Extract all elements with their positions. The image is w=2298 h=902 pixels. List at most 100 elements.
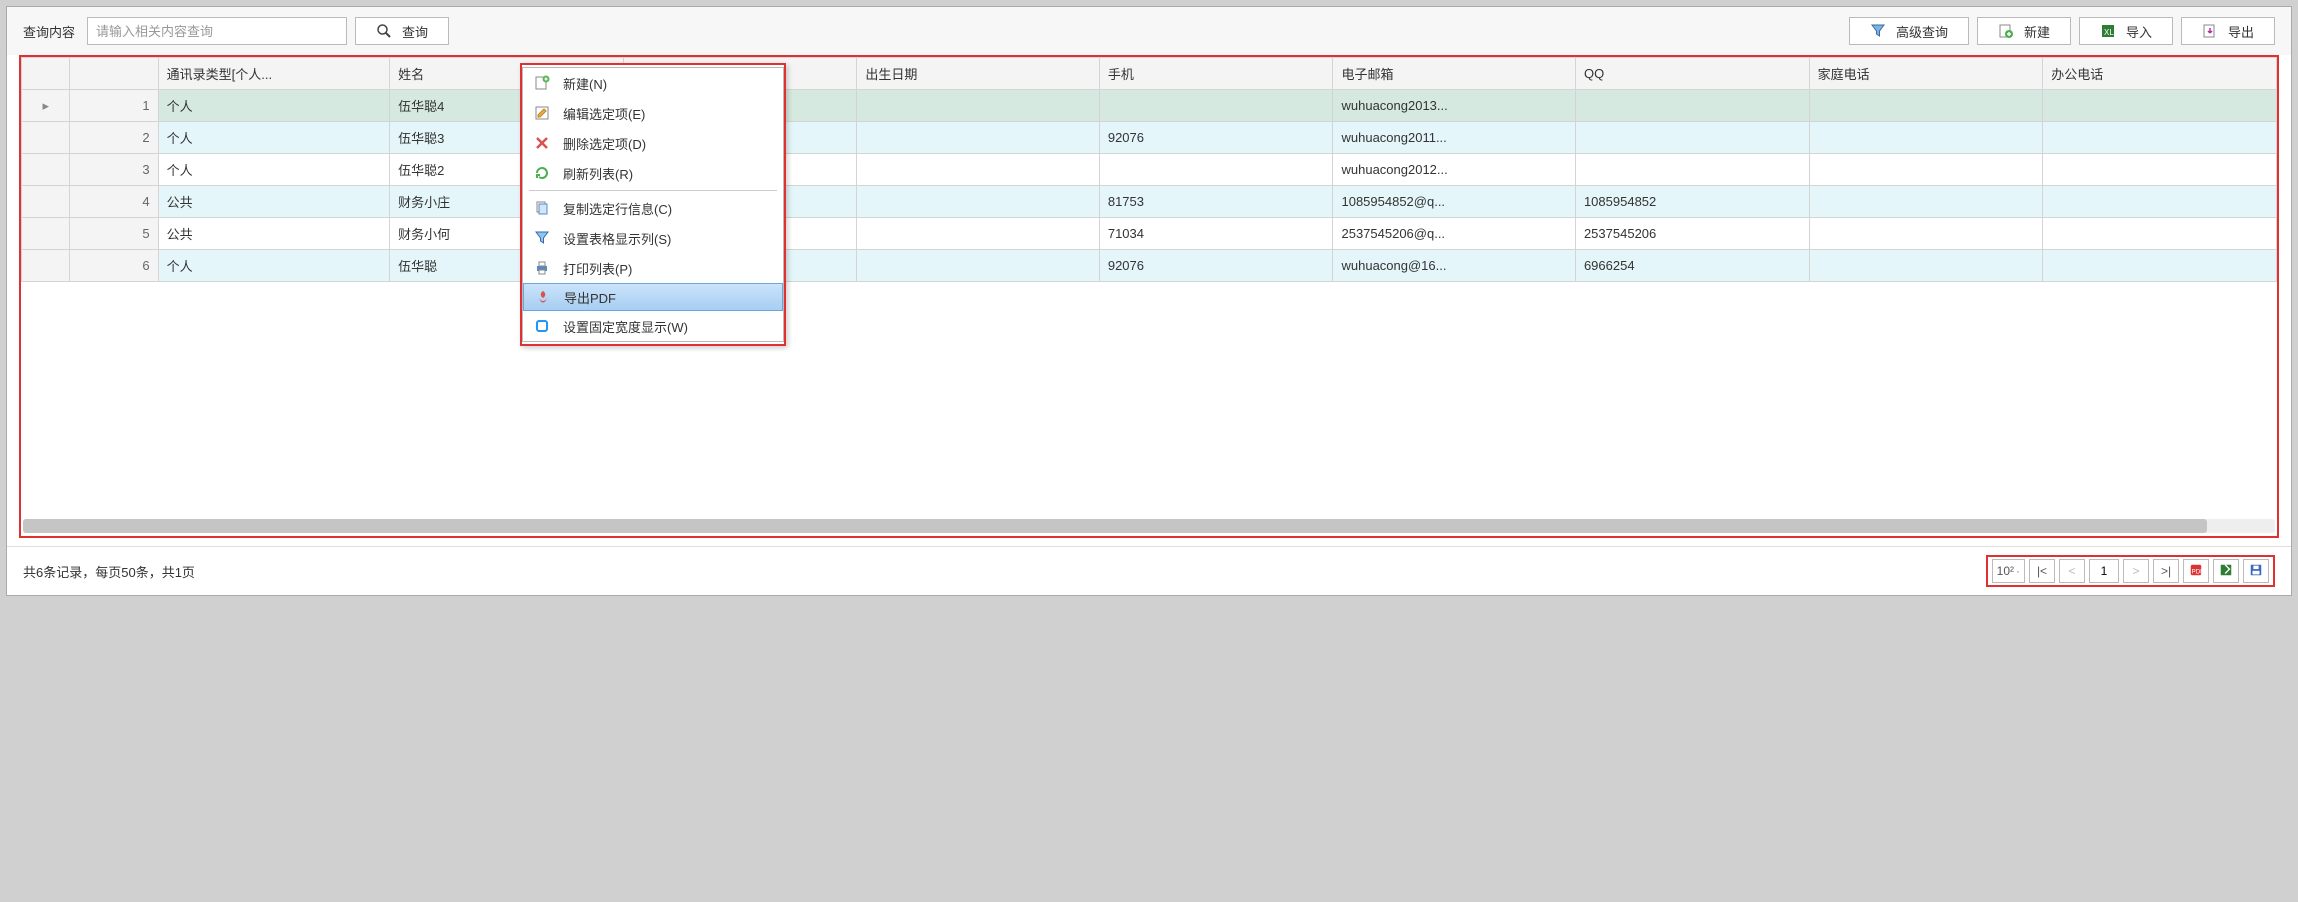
cell-email[interactable]: wuhuacong2012... bbox=[1333, 154, 1575, 186]
last-page-button[interactable]: >| bbox=[2153, 559, 2179, 583]
table-row[interactable]: 6个人伍华聪男92076wuhuacong@16...6966254 bbox=[22, 250, 2277, 282]
menu-item-pdf[interactable]: 导出PDF bbox=[523, 283, 783, 311]
table-row[interactable]: 3个人伍华聪2男wuhuacong2012... bbox=[22, 154, 2277, 186]
cell-office[interactable] bbox=[2043, 154, 2277, 186]
row-number[interactable]: 2 bbox=[70, 122, 158, 154]
save-pager-button[interactable] bbox=[2243, 559, 2269, 583]
cell-office[interactable] bbox=[2043, 218, 2277, 250]
cell-type[interactable]: 个人 bbox=[158, 122, 389, 154]
cell-mobile[interactable] bbox=[1099, 90, 1333, 122]
adv-query-button[interactable]: 高级查询 bbox=[1849, 17, 1969, 45]
import-button[interactable]: XLS 导入 bbox=[2079, 17, 2173, 45]
horizontal-scrollbar[interactable] bbox=[21, 518, 2277, 536]
prev-page-button[interactable]: < bbox=[2059, 559, 2085, 583]
cell-qq[interactable]: 2537545206 bbox=[1575, 218, 1809, 250]
cell-email[interactable]: wuhuacong2011... bbox=[1333, 122, 1575, 154]
menu-item-print[interactable]: 打印列表(P) bbox=[523, 253, 783, 283]
cell-mobile[interactable] bbox=[1099, 154, 1333, 186]
cell-mobile[interactable]: 71034 bbox=[1099, 218, 1333, 250]
row-number[interactable]: 4 bbox=[70, 186, 158, 218]
cell-type[interactable]: 个人 bbox=[158, 154, 389, 186]
cell-email[interactable]: 2537545206@q... bbox=[1333, 218, 1575, 250]
export-xls-pager-button[interactable] bbox=[2213, 559, 2239, 583]
cell-qq[interactable] bbox=[1575, 90, 1809, 122]
row-number[interactable]: 3 bbox=[70, 154, 158, 186]
cell-office[interactable] bbox=[2043, 186, 2277, 218]
cell-birth[interactable] bbox=[857, 218, 1099, 250]
cell-email[interactable]: 1085954852@q... bbox=[1333, 186, 1575, 218]
cell-birth[interactable] bbox=[857, 154, 1099, 186]
cell-office[interactable] bbox=[2043, 90, 2277, 122]
cell-home[interactable] bbox=[1809, 218, 2043, 250]
row-marker[interactable] bbox=[22, 250, 70, 282]
table-row[interactable]: 5公共财务小何女710342537545206@q...2537545206 bbox=[22, 218, 2277, 250]
header-col-4[interactable]: 手机 bbox=[1099, 58, 1333, 90]
cell-home[interactable] bbox=[1809, 90, 2043, 122]
cell-email[interactable]: wuhuacong@16... bbox=[1333, 250, 1575, 282]
scrollbar-thumb[interactable] bbox=[23, 519, 2207, 533]
page-input[interactable] bbox=[2089, 559, 2119, 583]
menu-item-refresh[interactable]: 刷新列表(R) bbox=[523, 158, 783, 188]
cell-type[interactable]: 公共 bbox=[158, 218, 389, 250]
cell-home[interactable] bbox=[1809, 250, 2043, 282]
export-pdf-pager-button[interactable]: PDF bbox=[2183, 559, 2209, 583]
cell-birth[interactable] bbox=[857, 186, 1099, 218]
export-button[interactable]: 导出 bbox=[2181, 17, 2275, 45]
row-number[interactable]: 6 bbox=[70, 250, 158, 282]
menu-item-delete[interactable]: 删除选定项(D) bbox=[523, 128, 783, 158]
row-number[interactable]: 1 bbox=[70, 90, 158, 122]
row-marker[interactable] bbox=[22, 122, 70, 154]
menu-item-width[interactable]: 设置固定宽度显示(W) bbox=[523, 311, 783, 341]
menu-item-edit[interactable]: 编辑选定项(E) bbox=[523, 98, 783, 128]
cell-qq[interactable] bbox=[1575, 154, 1809, 186]
header-mark[interactable] bbox=[22, 58, 70, 90]
first-page-button[interactable]: |< bbox=[2029, 559, 2055, 583]
cell-home[interactable] bbox=[1809, 154, 2043, 186]
row-marker[interactable] bbox=[22, 154, 70, 186]
cell-mobile[interactable]: 92076 bbox=[1099, 122, 1333, 154]
cell-type[interactable]: 个人 bbox=[158, 250, 389, 282]
scrollbar-track[interactable] bbox=[23, 519, 2275, 533]
cell-email[interactable]: wuhuacong2013... bbox=[1333, 90, 1575, 122]
cell-qq[interactable]: 1085954852 bbox=[1575, 186, 1809, 218]
cell-birth[interactable] bbox=[857, 122, 1099, 154]
header-col-3[interactable]: 出生日期 bbox=[857, 58, 1099, 90]
row-marker[interactable] bbox=[22, 218, 70, 250]
cell-birth[interactable] bbox=[857, 250, 1099, 282]
menu-item-add[interactable]: 新建(N) bbox=[523, 68, 783, 98]
menu-item-label: 删除选定项(D) bbox=[563, 134, 646, 153]
header-col-7[interactable]: 家庭电话 bbox=[1809, 58, 2043, 90]
data-table[interactable]: 通讯录类型[个人... 姓名 性别 出生日期 手机 电子邮箱 QQ 家庭电话 办… bbox=[21, 57, 2277, 282]
header-col-8[interactable]: 办公电话 bbox=[2043, 58, 2277, 90]
header-rownum[interactable] bbox=[70, 58, 158, 90]
cell-type[interactable]: 公共 bbox=[158, 186, 389, 218]
cell-type[interactable]: 个人 bbox=[158, 90, 389, 122]
row-number[interactable]: 5 bbox=[70, 218, 158, 250]
new-button[interactable]: 新建 bbox=[1977, 17, 2071, 45]
pagesize-button[interactable]: 10² · bbox=[1992, 559, 2025, 583]
cell-qq[interactable] bbox=[1575, 122, 1809, 154]
search-input[interactable] bbox=[87, 17, 347, 45]
row-marker[interactable]: ▸ bbox=[22, 90, 70, 122]
header-col-5[interactable]: 电子邮箱 bbox=[1333, 58, 1575, 90]
cell-office[interactable] bbox=[2043, 250, 2277, 282]
query-button[interactable]: 查询 bbox=[355, 17, 449, 45]
cell-birth[interactable] bbox=[857, 90, 1099, 122]
cell-qq[interactable]: 6966254 bbox=[1575, 250, 1809, 282]
cell-mobile[interactable]: 81753 bbox=[1099, 186, 1333, 218]
cell-home[interactable] bbox=[1809, 122, 2043, 154]
cell-home[interactable] bbox=[1809, 186, 2043, 218]
table-row[interactable]: 4公共财务小庄女817531085954852@q...1085954852 bbox=[22, 186, 2277, 218]
cell-mobile[interactable]: 92076 bbox=[1099, 250, 1333, 282]
cell-office[interactable] bbox=[2043, 122, 2277, 154]
print-icon bbox=[533, 259, 551, 277]
header-col-6[interactable]: QQ bbox=[1575, 58, 1809, 90]
row-marker[interactable] bbox=[22, 186, 70, 218]
menu-item-columns[interactable]: 设置表格显示列(S) bbox=[523, 223, 783, 253]
table-row[interactable]: 2个人伍华聪3男92076wuhuacong2011... bbox=[22, 122, 2277, 154]
menu-item-label: 新建(N) bbox=[563, 74, 607, 93]
next-page-button[interactable]: > bbox=[2123, 559, 2149, 583]
header-col-0[interactable]: 通讯录类型[个人... bbox=[158, 58, 389, 90]
menu-item-copy[interactable]: 复制选定行信息(C) bbox=[523, 193, 783, 223]
table-row[interactable]: ▸1个人伍华聪4男wuhuacong2013... bbox=[22, 90, 2277, 122]
